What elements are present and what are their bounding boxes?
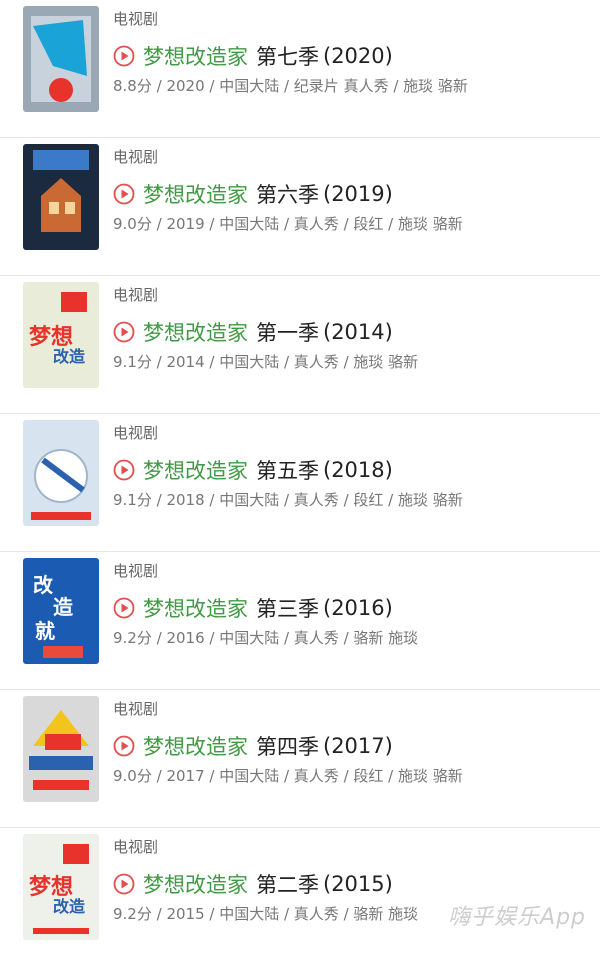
- category-label: 电视剧: [113, 286, 159, 304]
- show-name: 梦想改造家: [143, 45, 248, 69]
- year-label: (2019): [323, 182, 393, 206]
- title-row[interactable]: 梦想改造家 第一季 (2014): [113, 317, 393, 347]
- poster-thumbnail[interactable]: 梦想 改造: [23, 282, 99, 388]
- list-item[interactable]: 梦想 改造 电视剧 梦想改造家 第一季 (2014) 9.1分 / 2014 / …: [0, 276, 600, 414]
- list-item[interactable]: 电视剧 梦想改造家 第五季 (2018) 9.1分 / 2018 / 中国大陆 …: [0, 414, 600, 552]
- list-item[interactable]: 电视剧 梦想改造家 第六季 (2019) 9.0分 / 2019 / 中国大陆 …: [0, 138, 600, 276]
- title-row[interactable]: 梦想改造家 第五季 (2018): [113, 455, 393, 485]
- show-name: 梦想改造家: [143, 321, 248, 345]
- year-label: (2016): [323, 596, 393, 620]
- result-list: 电视剧 梦想改造家 第七季 (2020) 8.8分 / 2020 / 中国大陆 …: [0, 0, 600, 966]
- year-label: (2018): [323, 458, 393, 482]
- svg-text:改造: 改造: [53, 347, 86, 366]
- category-label: 电视剧: [113, 700, 159, 718]
- play-icon[interactable]: [113, 873, 135, 895]
- poster-thumbnail[interactable]: [23, 696, 99, 802]
- list-item[interactable]: 改造就 电视剧 梦想改造家 第三季 (2016) 9.2分 / 2016 / 中…: [0, 552, 600, 690]
- show-name: 梦想改造家: [143, 735, 248, 759]
- season-label: 第六季: [256, 183, 319, 207]
- play-icon[interactable]: [113, 183, 135, 205]
- list-item[interactable]: 梦想 改造 电视剧 梦想改造家 第二季 (2015) 9.2分 / 2015 / …: [0, 828, 600, 966]
- meta-info: 9.2分 / 2016 / 中国大陆 / 真人秀 / 骆新 施琰: [113, 629, 419, 647]
- poster-thumbnail[interactable]: 梦想 改造: [23, 834, 99, 940]
- meta-info: 9.0分 / 2019 / 中国大陆 / 真人秀 / 段红 / 施琰 骆新: [113, 215, 463, 233]
- watermark: 嗨乎娱乐App: [448, 905, 586, 930]
- year-label: (2014): [323, 320, 393, 344]
- season-label: 第四季: [256, 735, 319, 759]
- svg-text:造: 造: [53, 595, 74, 619]
- category-label: 电视剧: [113, 148, 159, 166]
- season-label: 第一季: [256, 321, 319, 345]
- meta-info: 9.2分 / 2015 / 中国大陆 / 真人秀 / 骆新 施琰: [113, 905, 419, 923]
- list-item[interactable]: 电视剧 梦想改造家 第四季 (2017) 9.0分 / 2017 / 中国大陆 …: [0, 690, 600, 828]
- meta-info: 9.1分 / 2014 / 中国大陆 / 真人秀 / 施琰 骆新: [113, 353, 419, 371]
- title-row[interactable]: 梦想改造家 第三季 (2016): [113, 593, 393, 623]
- show-name: 梦想改造家: [143, 873, 248, 897]
- category-label: 电视剧: [113, 424, 159, 442]
- title-row[interactable]: 梦想改造家 第七季 (2020): [113, 41, 393, 71]
- poster-thumbnail[interactable]: 改造就: [23, 558, 99, 664]
- show-name: 梦想改造家: [143, 597, 248, 621]
- category-label: 电视剧: [113, 562, 159, 580]
- category-label: 电视剧: [113, 10, 159, 28]
- category-label: 电视剧: [113, 838, 159, 856]
- year-label: (2020): [323, 44, 393, 68]
- list-item[interactable]: 电视剧 梦想改造家 第七季 (2020) 8.8分 / 2020 / 中国大陆 …: [0, 0, 600, 138]
- poster-thumbnail[interactable]: [23, 144, 99, 250]
- poster-thumbnail[interactable]: [23, 420, 99, 526]
- show-name: 梦想改造家: [143, 183, 248, 207]
- meta-info: 8.8分 / 2020 / 中国大陆 / 纪录片 真人秀 / 施琰 骆新: [113, 77, 468, 95]
- svg-text:改: 改: [33, 573, 54, 597]
- season-label: 第三季: [256, 597, 319, 621]
- year-label: (2015): [323, 872, 393, 896]
- poster-thumbnail[interactable]: [23, 6, 99, 112]
- meta-info: 9.0分 / 2017 / 中国大陆 / 真人秀 / 段红 / 施琰 骆新: [113, 767, 463, 785]
- play-icon[interactable]: [113, 459, 135, 481]
- title-row[interactable]: 梦想改造家 第四季 (2017): [113, 731, 393, 761]
- season-label: 第二季: [256, 873, 319, 897]
- svg-text:改造: 改造: [53, 897, 86, 916]
- meta-info: 9.1分 / 2018 / 中国大陆 / 真人秀 / 段红 / 施琰 骆新: [113, 491, 463, 509]
- show-name: 梦想改造家: [143, 459, 248, 483]
- play-icon[interactable]: [113, 735, 135, 757]
- season-label: 第五季: [256, 459, 319, 483]
- play-icon[interactable]: [113, 597, 135, 619]
- title-row[interactable]: 梦想改造家 第六季 (2019): [113, 179, 393, 209]
- svg-text:就: 就: [35, 619, 55, 643]
- title-row[interactable]: 梦想改造家 第二季 (2015): [113, 869, 393, 899]
- play-icon[interactable]: [113, 321, 135, 343]
- play-icon[interactable]: [113, 45, 135, 67]
- season-label: 第七季: [256, 45, 319, 69]
- year-label: (2017): [323, 734, 393, 758]
